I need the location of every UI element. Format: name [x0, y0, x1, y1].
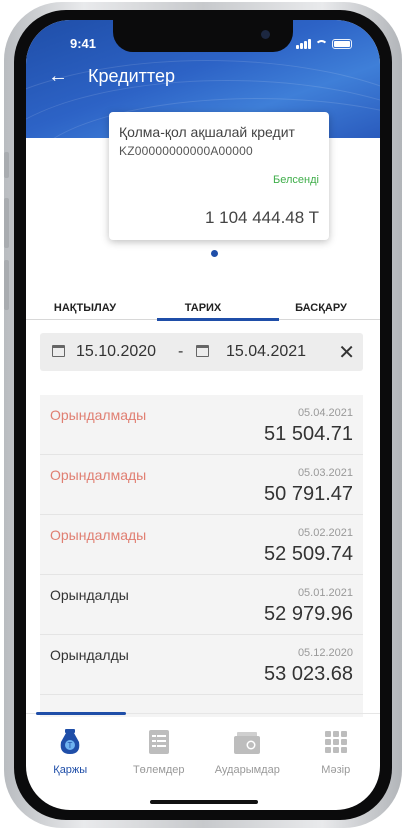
- nav-item-finance[interactable]: T Қаржы: [26, 720, 115, 780]
- tab-active-indicator: [157, 318, 279, 321]
- loan-status: Белсенді: [273, 174, 319, 186]
- payment-date: 05.03.2021: [297, 467, 353, 479]
- money-bag-icon: T: [60, 729, 80, 754]
- close-icon[interactable]: ✕: [338, 340, 355, 365]
- nav-label: Төлемдер: [132, 764, 185, 776]
- payment-amount: 52 979.96: [264, 603, 353, 625]
- app-screen: 9:41 ← Кредиттер Қолма-қол ақшалай креди…: [26, 20, 380, 810]
- nav-active-indicator: [36, 712, 126, 715]
- mute-switch: [4, 152, 9, 178]
- loan-name: Қолма-қол ақшалай кредит: [119, 124, 295, 140]
- payment-status: Орындалмады: [50, 527, 147, 543]
- wifi-icon: [315, 40, 328, 49]
- date-separator: -: [178, 343, 184, 360]
- calendar-icon[interactable]: [52, 345, 65, 357]
- payment-amount: 50 791.47: [264, 483, 353, 505]
- list-item[interactable]: Орындалмады 05.02.2021 52 509.74: [40, 515, 363, 575]
- volume-up-button: [4, 198, 9, 248]
- payment-status: Орындалмады: [50, 467, 147, 483]
- date-to[interactable]: 15.04.2021: [226, 343, 306, 361]
- camera: [261, 30, 270, 39]
- payments-list-icon: [148, 730, 169, 754]
- nav-item-transfers[interactable]: Аударымдар: [203, 720, 292, 780]
- notch: [113, 20, 293, 52]
- loan-card[interactable]: Қолма-қол ақшалай кредит KZ00000000000A0…: [109, 112, 329, 240]
- payment-status: Орындалды: [50, 647, 129, 663]
- date-filter: 15.10.2020 - 15.04.2021 ✕: [40, 333, 363, 371]
- payment-status: Орындалмады: [50, 407, 147, 423]
- page-title: Кредиттер: [88, 66, 175, 86]
- nav-item-payments[interactable]: Төлемдер: [115, 720, 204, 780]
- list-item[interactable]: Орындалмады 05.04.2021 51 504.71: [40, 395, 363, 455]
- status-icons: [296, 37, 352, 49]
- payment-date: 05.12.2020: [297, 647, 353, 659]
- list-item[interactable]: Орындалды 05.12.2020 53 023.68: [40, 635, 363, 695]
- date-from[interactable]: 15.10.2020: [76, 343, 156, 361]
- payment-date: 05.01.2021: [297, 587, 353, 599]
- home-indicator[interactable]: [150, 800, 258, 804]
- pager-dot[interactable]: [211, 250, 218, 257]
- arrow-left-icon[interactable]: ←: [48, 64, 68, 88]
- list-item[interactable]: Орындалмады 05.03.2021 50 791.47: [40, 455, 363, 515]
- nav-item-menu[interactable]: Мәзір: [292, 720, 381, 780]
- payment-date: 05.02.2021: [297, 527, 353, 539]
- payments-list: Орындалмады 05.04.2021 51 504.71 Орындал…: [40, 395, 363, 717]
- payment-amount: 51 504.71: [264, 423, 353, 445]
- phone-frame: 9:41 ← Кредиттер Қолма-қол ақшалай креди…: [4, 2, 402, 828]
- svg-text:T: T: [68, 741, 73, 750]
- nav-label: Қаржы: [53, 764, 88, 776]
- payment-amount: 52 509.74: [264, 543, 353, 565]
- list-item[interactable]: Орындалды 05.01.2021 52 979.96: [40, 575, 363, 635]
- battery-icon: [332, 39, 352, 49]
- payment-date: 05.04.2021: [297, 407, 353, 419]
- nav-label: Мәзір: [321, 764, 351, 776]
- nav-label: Аударымдар: [214, 764, 280, 776]
- calendar-icon[interactable]: [196, 345, 209, 357]
- bottom-nav: T Қаржы Төлемдер Аударымдар Мәзір: [26, 720, 380, 780]
- loan-amount: 1 104 444.48 T: [204, 208, 319, 227]
- status-time: 9:41: [70, 36, 97, 51]
- wallet-transfer-icon: [234, 732, 261, 754]
- grid-menu-icon: [324, 731, 347, 753]
- loan-account: KZ00000000000A00000: [119, 144, 253, 158]
- volume-down-button: [4, 260, 9, 310]
- payment-status: Орындалды: [50, 587, 129, 603]
- payment-amount: 53 023.68: [264, 663, 353, 685]
- signal-icon: [296, 39, 311, 49]
